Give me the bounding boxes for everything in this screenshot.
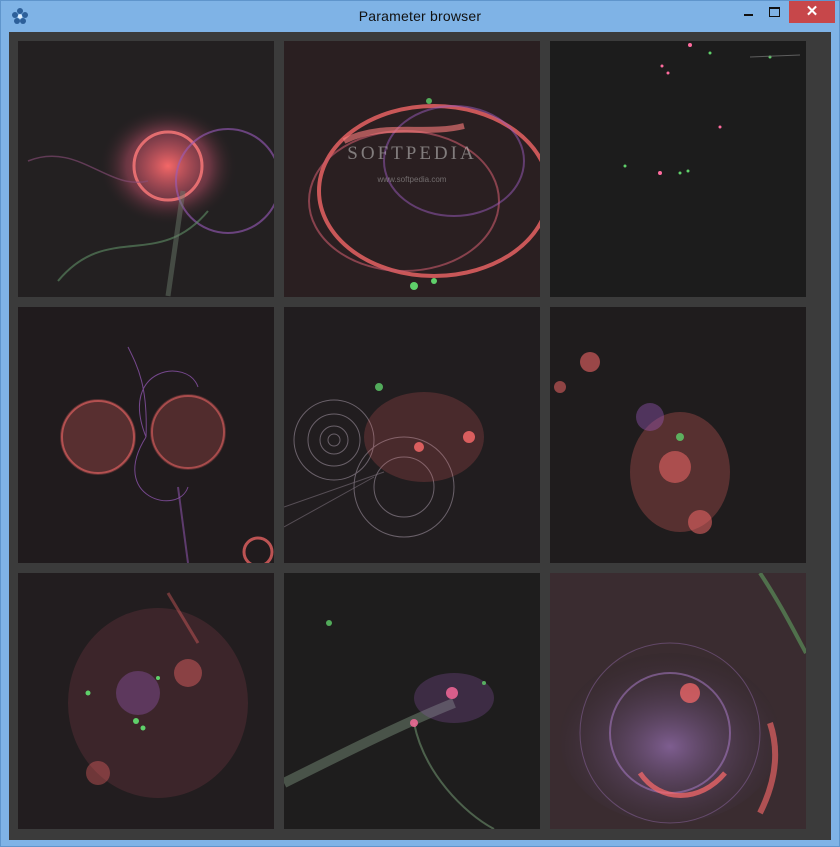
minimize-button[interactable] bbox=[735, 1, 761, 23]
close-icon: ✕ bbox=[805, 3, 819, 20]
fractal-thumbnail-9[interactable] bbox=[550, 573, 806, 829]
parameter-grid: SOFTPEDIA www.softpedia.com bbox=[9, 32, 831, 840]
fractal-thumbnail-5[interactable] bbox=[284, 307, 540, 563]
watermark-text: SOFTPEDIA bbox=[347, 143, 477, 164]
maximize-icon bbox=[768, 7, 780, 17]
maximize-button[interactable] bbox=[761, 1, 787, 23]
watermark-url: www.softpedia.com bbox=[377, 175, 447, 184]
fractal-thumbnail-6[interactable] bbox=[550, 307, 806, 563]
app-window: Parameter browser ✕ SOFTPEDIA www.softpe… bbox=[0, 0, 840, 847]
fractal-thumbnail-4[interactable] bbox=[18, 307, 274, 563]
window-title: Parameter browser bbox=[358, 8, 482, 24]
minimize-icon bbox=[743, 14, 753, 16]
fractal-thumbnail-3[interactable] bbox=[550, 41, 806, 297]
fractal-thumbnail-7[interactable] bbox=[18, 573, 274, 829]
fractal-thumbnail-1[interactable] bbox=[18, 41, 274, 297]
close-button[interactable]: ✕ bbox=[789, 1, 835, 23]
fractal-thumbnail-8[interactable] bbox=[284, 573, 540, 829]
title-bar[interactable]: Parameter browser ✕ bbox=[1, 1, 839, 32]
fractal-thumbnail-2[interactable]: SOFTPEDIA www.softpedia.com bbox=[284, 41, 540, 297]
